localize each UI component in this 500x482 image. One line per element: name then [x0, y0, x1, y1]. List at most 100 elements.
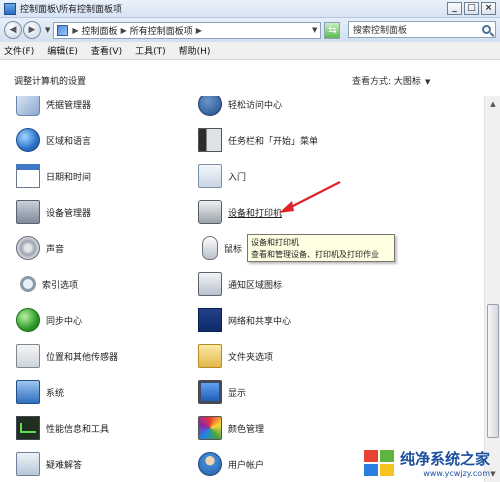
item-system[interactable]: 系统 [16, 377, 64, 407]
menu-bar: 文件(F) 编辑(E) 查看(V) 工具(T) 帮助(H) [0, 42, 500, 60]
breadcrumb-control-panel[interactable]: 控制面板 [82, 24, 118, 37]
ease-of-access-icon [198, 96, 222, 116]
tooltip-description: 查看和管理设备、打印机及打印作业 [251, 250, 379, 259]
address-dropdown[interactable]: ▼ [309, 26, 320, 34]
content-pane: 调整计算机的设置 查看方式: 大图标 ▼ 凭据管理器 区域和语言 日期和时间 设备… [0, 60, 500, 482]
breadcrumb-separator-icon[interactable]: ▶ [121, 26, 127, 35]
item-troubleshooting[interactable]: 疑难解答 [16, 449, 82, 479]
taskbar-icon [198, 128, 222, 152]
forward-arrow-icon: ▶ [28, 25, 36, 35]
item-label: 鼠标 [224, 244, 243, 255]
item-credential-manager[interactable]: 凭据管理器 [16, 96, 91, 119]
getting-started-icon [198, 164, 222, 188]
speaker-icon [16, 236, 40, 260]
view-by-label: 查看方式: [352, 77, 392, 87]
menu-file[interactable]: 文件(F) [4, 44, 34, 57]
control-panel-icon [4, 2, 16, 15]
refresh-button[interactable]: ⇆ [324, 21, 341, 39]
item-label: 设备和打印机 [228, 208, 283, 219]
menu-help[interactable]: 帮助(H) [179, 44, 211, 57]
item-device-manager[interactable]: 设备管理器 [16, 197, 91, 227]
item-notification-area-icons[interactable]: 通知区域图标 [198, 269, 282, 299]
windows-logo-icon [362, 448, 396, 478]
close-button[interactable]: × [481, 2, 496, 15]
item-network-sharing[interactable]: 网络和共享中心 [198, 305, 291, 335]
maximize-button[interactable]: □ [464, 2, 479, 15]
item-label: 文件夹选项 [228, 352, 274, 363]
minimize-button[interactable]: _ [447, 2, 462, 15]
item-label: 轻松访问中心 [228, 100, 283, 111]
item-label: 疑难解答 [46, 460, 83, 471]
item-label: 通知区域图标 [228, 280, 283, 291]
troubleshooting-icon [16, 452, 40, 476]
breadcrumb-all-items[interactable]: 所有控制面板项 [130, 24, 193, 37]
credential-manager-icon [16, 96, 40, 116]
page-title: 调整计算机的设置 [14, 77, 87, 87]
view-by: 查看方式: 大图标 ▼ [352, 74, 430, 87]
address-bar: ◀ ▶ ▼ ▶ 控制面板 ▶ 所有控制面板项 ▶ ▼ ⇆ 搜索控制面板 [0, 18, 500, 42]
back-arrow-icon: ◀ [9, 25, 17, 35]
item-devices-printers[interactable]: 设备和打印机 [198, 197, 282, 227]
item-taskbar-start-menu[interactable]: 任务栏和「开始」菜单 [198, 125, 318, 155]
network-icon [198, 308, 222, 332]
breadcrumb[interactable]: ▶ 控制面板 ▶ 所有控制面板项 ▶ ▼ [53, 21, 322, 39]
item-label: 同步中心 [46, 316, 83, 327]
item-location-sensors[interactable]: 位置和其他传感器 [16, 341, 118, 371]
item-label: 网络和共享中心 [228, 316, 292, 327]
vertical-scrollbar[interactable]: ▲ ▼ [484, 96, 500, 482]
item-label: 索引选项 [42, 280, 79, 291]
menu-tools[interactable]: 工具(T) [135, 44, 166, 57]
item-label: 颜色管理 [228, 424, 265, 435]
location-sensor-icon [16, 344, 40, 368]
menu-view[interactable]: 查看(V) [91, 44, 122, 57]
item-sync-center[interactable]: 同步中心 [16, 305, 82, 335]
item-label: 性能信息和工具 [46, 424, 110, 435]
window-controls: _ □ × [447, 2, 496, 15]
item-ease-of-access[interactable]: 轻松访问中心 [198, 96, 282, 119]
refresh-icon: ⇆ [328, 24, 337, 36]
item-getting-started[interactable]: 入门 [198, 161, 246, 191]
search-icon[interactable] [482, 25, 491, 34]
item-performance[interactable]: 性能信息和工具 [16, 413, 109, 443]
notification-icon [198, 272, 222, 296]
breadcrumb-separator-icon[interactable]: ▶ [196, 26, 202, 35]
item-mouse[interactable]: 鼠标 [198, 233, 242, 263]
tooltip-title: 设备和打印机 [251, 238, 299, 247]
title-bar: 控制面板\所有控制面板项 _ □ × [0, 0, 500, 18]
item-label: 系统 [46, 388, 65, 399]
watermark: 纯净系统之家 www.ycwjzy.com [362, 448, 490, 478]
item-color-management[interactable]: 颜色管理 [198, 413, 264, 443]
chevron-down-icon[interactable]: ▼ [425, 78, 430, 86]
globe-icon [16, 128, 40, 152]
forward-button[interactable]: ▶ [23, 21, 41, 39]
recent-pages-dropdown[interactable]: ▼ [45, 26, 50, 34]
control-panel-items: 凭据管理器 区域和语言 日期和时间 设备管理器 声音 索引选项 同步中心 位置和… [0, 96, 484, 482]
item-display[interactable]: 显示 [198, 377, 246, 407]
item-user-accounts[interactable]: 用户帐户 [198, 449, 264, 479]
search-placeholder: 搜索控制面板 [353, 26, 408, 36]
item-label: 日期和时间 [46, 172, 92, 183]
item-label: 声音 [46, 244, 65, 255]
menu-edit[interactable]: 编辑(E) [47, 44, 78, 57]
item-indexing-options[interactable]: 索引选项 [16, 269, 78, 299]
watermark-text: 纯净系统之家 www.ycwjzy.com [400, 448, 490, 478]
watermark-url: www.ycwjzy.com [423, 469, 490, 478]
item-label: 入门 [228, 172, 247, 183]
item-label: 区域和语言 [46, 136, 92, 147]
view-by-dropdown[interactable]: 大图标 [394, 77, 421, 87]
scroll-thumb[interactable] [487, 304, 499, 438]
folder-options-icon [198, 344, 222, 368]
calendar-icon [16, 164, 40, 188]
scroll-up-icon[interactable]: ▲ [485, 96, 500, 112]
back-button[interactable]: ◀ [4, 21, 22, 39]
item-label: 任务栏和「开始」菜单 [228, 136, 319, 147]
search-input[interactable]: 搜索控制面板 [348, 21, 496, 38]
item-label: 显示 [228, 388, 247, 399]
item-date-time[interactable]: 日期和时间 [16, 161, 91, 191]
item-region-language[interactable]: 区域和语言 [16, 125, 91, 155]
item-sound[interactable]: 声音 [16, 233, 64, 263]
item-label: 位置和其他传感器 [46, 352, 119, 363]
breadcrumb-separator-icon[interactable]: ▶ [72, 26, 78, 35]
item-folder-options[interactable]: 文件夹选项 [198, 341, 273, 371]
performance-icon [16, 416, 40, 440]
